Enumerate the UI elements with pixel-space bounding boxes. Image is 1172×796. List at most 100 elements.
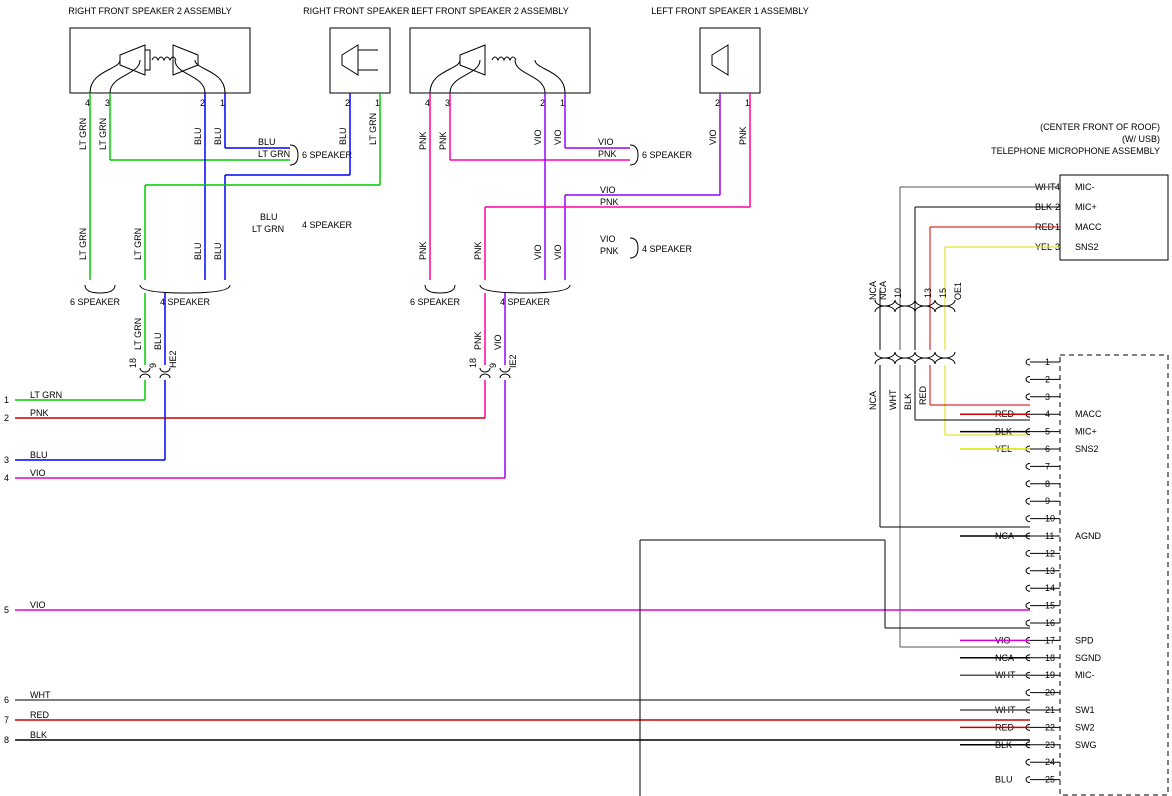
svg-text:6 SPEAKER: 6 SPEAKER <box>410 297 461 307</box>
svg-text:6 SPEAKER: 6 SPEAKER <box>642 150 693 160</box>
svg-text:OE1: OE1 <box>953 282 963 300</box>
conn-pin-num: 2 <box>1045 374 1050 384</box>
conn-pin-num: 9 <box>1045 496 1050 506</box>
svg-text:8: 8 <box>4 735 9 745</box>
conn-pin-color: BLU <box>995 775 1013 785</box>
left-connector: 1 2 3 4 5 6 7 8 LT GRN PNK BLU VIO VIO W… <box>4 390 1030 745</box>
svg-text:BLU: BLU <box>193 242 203 260</box>
svg-text:BLU: BLU <box>153 332 163 350</box>
svg-text:LT GRN: LT GRN <box>98 118 108 150</box>
conn-pin-num: 18 <box>1045 653 1055 663</box>
right-speaker-wiring: LT GRN LT GRN LT GRN BLU BLU BLU BLU LT … <box>15 93 380 460</box>
svg-text:TELEPHONE MICROPHONE ASSEMBLY: TELEPHONE MICROPHONE ASSEMBLY <box>991 146 1160 156</box>
svg-text:PNK: PNK <box>600 246 619 256</box>
svg-text:VIO: VIO <box>600 234 616 244</box>
svg-text:(W/ USB): (W/ USB) <box>1122 134 1160 144</box>
svg-text:VIO: VIO <box>553 244 563 260</box>
svg-text:BLK: BLK <box>30 730 47 740</box>
svg-text:BLU: BLU <box>260 212 278 222</box>
svg-text:MIC+: MIC+ <box>1075 202 1097 212</box>
svg-text:SNS2: SNS2 <box>1075 242 1099 252</box>
left-front-speaker-1: LEFT FRONT SPEAKER 1 ASSEMBLY 2 1 <box>651 6 809 108</box>
svg-text:4 SPEAKER: 4 SPEAKER <box>642 244 693 254</box>
svg-text:LT GRN: LT GRN <box>78 118 88 150</box>
svg-text:10: 10 <box>893 288 903 298</box>
conn-pin-num: 5 <box>1045 427 1050 437</box>
svg-text:13: 13 <box>923 288 933 298</box>
svg-text:VIO: VIO <box>533 244 543 260</box>
conn-pin-signal: SGND <box>1075 653 1102 663</box>
svg-text:VIO: VIO <box>533 129 543 145</box>
svg-text:4: 4 <box>4 473 9 483</box>
svg-text:4 SPEAKER: 4 SPEAKER <box>500 297 551 307</box>
conn-pin-num: 4 <box>1045 409 1050 419</box>
svg-text:MIC-: MIC- <box>1075 182 1095 192</box>
wiring-diagram: RIGHT FRONT SPEAKER 2 ASSEMBLY 4 3 2 1 R… <box>0 0 1172 796</box>
svg-text:WHT: WHT <box>888 389 898 410</box>
svg-text:BLU: BLU <box>213 127 223 145</box>
conn-pin-num: 14 <box>1045 583 1055 593</box>
svg-text:PNK: PNK <box>598 149 617 159</box>
svg-text:VIO: VIO <box>598 137 614 147</box>
svg-text:6: 6 <box>4 695 9 705</box>
svg-text:NCA: NCA <box>868 391 878 410</box>
svg-text:LT GRN: LT GRN <box>133 318 143 350</box>
conn-pin-num: 16 <box>1045 618 1055 628</box>
telephone-mic-assembly: (CENTER FRONT OF ROOF) (W/ USB) TELEPHON… <box>640 122 1168 796</box>
conn-pin-num: 25 <box>1045 775 1055 785</box>
svg-text:HE2: HE2 <box>168 350 178 368</box>
svg-text:7: 7 <box>4 715 9 725</box>
conn-pin-num: 1 <box>1045 357 1050 367</box>
svg-text:6 SPEAKER: 6 SPEAKER <box>302 150 353 160</box>
conn-pin-signal: SW1 <box>1075 705 1095 715</box>
svg-text:BLU: BLU <box>30 450 48 460</box>
svg-text:BLU: BLU <box>213 242 223 260</box>
svg-text:LT GRN: LT GRN <box>258 149 290 159</box>
svg-text:MACC: MACC <box>1075 222 1102 232</box>
conn-pin-num: 21 <box>1045 705 1055 715</box>
svg-text:VIO: VIO <box>30 468 46 478</box>
svg-text:PNK: PNK <box>473 241 483 260</box>
svg-text:LT GRN: LT GRN <box>30 390 62 400</box>
svg-text:RED: RED <box>30 710 50 720</box>
svg-text:PNK: PNK <box>418 241 428 260</box>
svg-text:NCA: NCA <box>878 281 888 300</box>
svg-text:PNK: PNK <box>600 197 619 207</box>
conn-pin-signal: SNS2 <box>1075 444 1099 454</box>
svg-text:PNK: PNK <box>738 126 748 145</box>
svg-text:1: 1 <box>4 395 9 405</box>
svg-text:VIO: VIO <box>30 600 46 610</box>
svg-text:9: 9 <box>148 363 158 368</box>
svg-text:LT GRN: LT GRN <box>252 224 284 234</box>
conn-pin-num: 17 <box>1045 635 1055 645</box>
conn-pin-num: 12 <box>1045 548 1055 558</box>
svg-text:BLK: BLK <box>903 393 913 410</box>
svg-text:LEFT FRONT SPEAKER 1 ASSEMBLY: LEFT FRONT SPEAKER 1 ASSEMBLY <box>651 6 809 16</box>
svg-text:3: 3 <box>4 455 9 465</box>
svg-text:VIO: VIO <box>600 185 616 195</box>
conn-pin-num: 11 <box>1045 531 1054 541</box>
conn-pin-signal: SPD <box>1075 635 1094 645</box>
conn-pin-num: 23 <box>1045 740 1055 750</box>
conn-pin-signal: MIC+ <box>1075 427 1097 437</box>
conn-pin-num: 7 <box>1045 461 1050 471</box>
left-front-speaker-2: LEFT FRONT SPEAKER 2 ASSEMBLY 4 3 2 1 <box>410 6 590 108</box>
svg-text:LT GRN: LT GRN <box>133 228 143 260</box>
svg-text:RIGHT FRONT SPEAKER 1: RIGHT FRONT SPEAKER 1 <box>303 6 417 16</box>
conn-pin-num: 20 <box>1045 688 1055 698</box>
svg-text:15: 15 <box>938 288 948 298</box>
svg-text:BLU: BLU <box>338 127 348 145</box>
conn-pin-num: 19 <box>1045 670 1055 680</box>
svg-text:VIO: VIO <box>493 334 503 350</box>
svg-text:RED: RED <box>918 385 928 405</box>
conn-pin-num: 8 <box>1045 479 1050 489</box>
svg-text:18: 18 <box>468 358 478 368</box>
svg-text:NCA: NCA <box>868 281 878 300</box>
conn-pin-signal: MIC- <box>1075 670 1095 680</box>
svg-text:LT GRN: LT GRN <box>78 228 88 260</box>
svg-text:BLU: BLU <box>193 127 203 145</box>
conn-pin-num: 13 <box>1045 566 1055 576</box>
svg-text:18: 18 <box>128 358 138 368</box>
svg-text:PNK: PNK <box>473 331 483 350</box>
svg-text:RIGHT FRONT SPEAKER 2 ASSEMBLY: RIGHT FRONT SPEAKER 2 ASSEMBLY <box>68 6 232 16</box>
